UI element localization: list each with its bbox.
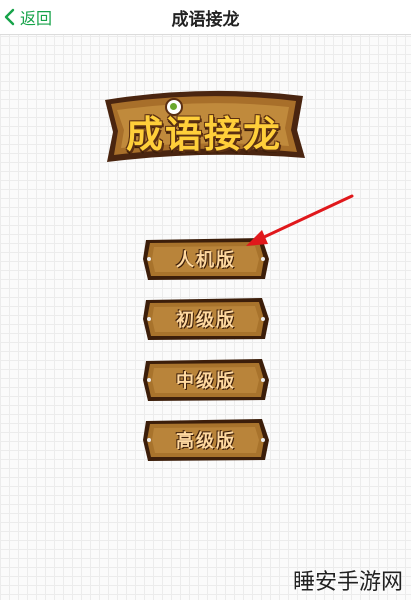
mode-button-intermediate[interactable]: 中级版	[142, 358, 270, 402]
mode-label: 中级版	[176, 371, 236, 392]
mode-button-advanced[interactable]: 高级版	[142, 418, 270, 462]
mode-label: 人机版	[176, 250, 236, 271]
mode-button-beginner[interactable]: 初级版	[142, 297, 270, 341]
mode-button-human-vs-computer[interactable]: 人机版	[142, 237, 270, 281]
game-logo: 成语接龙	[99, 84, 309, 168]
watermark: 睡安手游网	[292, 570, 403, 595]
mode-label: 初级版	[176, 310, 236, 331]
logo-title: 成语接龙	[126, 113, 282, 156]
mode-label: 高级版	[176, 431, 236, 452]
nav-bar: 返回 成语接龙	[0, 0, 411, 35]
page-title: 成语接龙	[171, 10, 240, 30]
